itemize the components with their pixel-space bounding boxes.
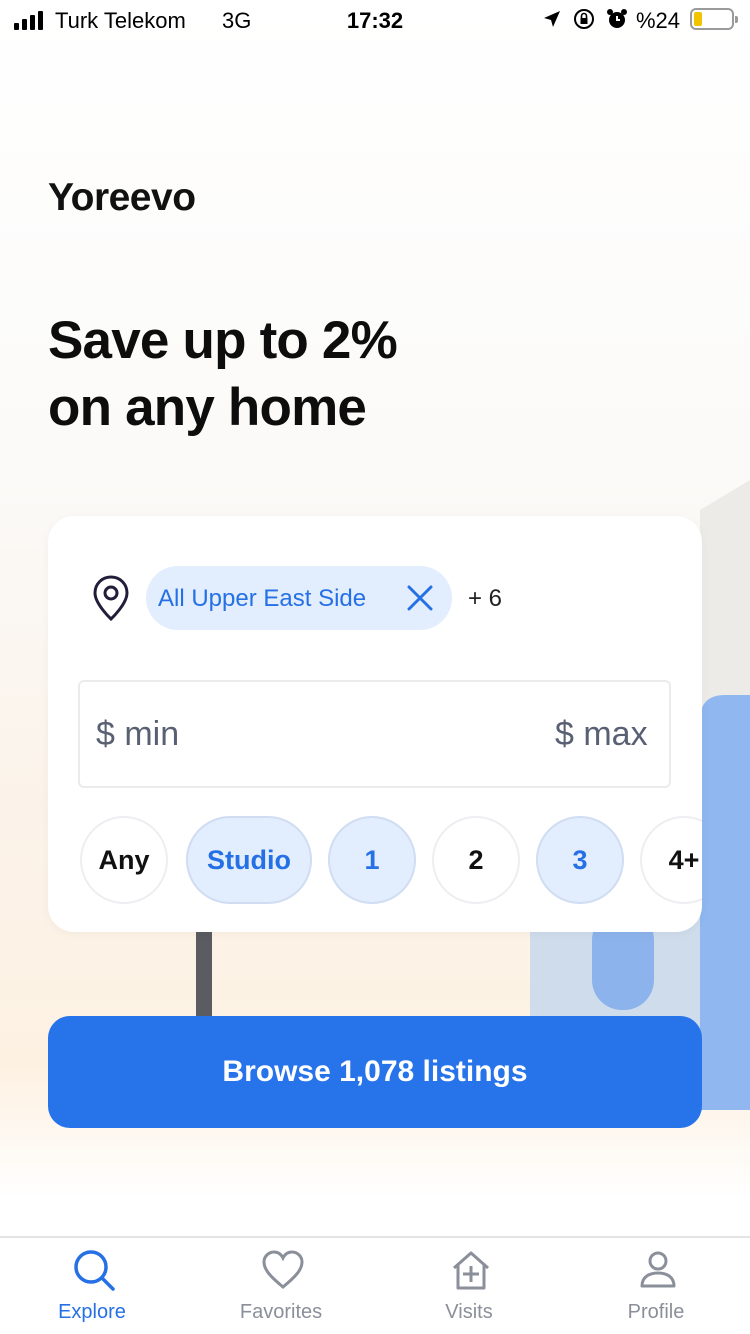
house-plus-icon [453,1251,489,1290]
rotation-lock-icon [574,9,594,29]
tab-explore[interactable]: Explore [22,1238,162,1334]
bed-option-1[interactable]: 1 [328,816,416,904]
heart-icon [262,1250,304,1289]
search-icon [74,1250,115,1291]
bed-option-studio[interactable]: Studio [186,816,312,904]
hero-headline: Save up to 2% on any home [48,307,648,441]
bed-option-3[interactable]: 3 [536,816,624,904]
location-arrow-icon [544,11,560,27]
tab-profile-label: Profile [627,1301,685,1323]
person-icon [640,1251,676,1288]
price-min-input[interactable] [80,682,539,786]
hero-headline-line-1: Save up to 2% [48,311,398,370]
tab-bar: Explore Favorites Visits Profile [0,1236,750,1334]
tab-favorites[interactable]: Favorites [211,1238,351,1334]
area-chip[interactable]: All Upper East Side [146,566,452,630]
area-chip-label: All Upper East Side [158,585,367,612]
close-icon[interactable] [407,585,433,611]
map-pin-icon[interactable] [92,574,130,622]
hero-headline-line-2: on any home [48,378,367,437]
status-bar: Turk Telekom 3G 17:32 %24 [0,0,750,40]
battery-percentage: %24 [636,8,681,33]
price-max-input[interactable] [539,682,702,786]
tab-explore-label: Explore [58,1301,126,1323]
tab-profile[interactable]: Profile [586,1238,726,1334]
bed-option-2[interactable]: 2 [432,816,520,904]
tab-visits[interactable]: Visits [399,1238,539,1334]
brand-logo: Yoreevo [48,176,196,219]
tab-favorites-label: Favorites [239,1301,323,1323]
battery-icon [690,8,738,30]
tab-visits-label: Visits [445,1301,493,1323]
bed-option-any[interactable]: Any [80,816,168,904]
alarm-icon [607,9,627,28]
bedroom-filter: Any Studio 1 2 3 4+ [80,816,702,906]
price-range [78,680,702,788]
browse-listings-button[interactable]: Browse 1,078 listings [48,1016,702,1128]
more-areas-count[interactable]: + 6 [468,585,502,613]
location-filter: All Upper East Side + 6 [48,566,702,630]
search-card: All Upper East Side + 6 Any Studio 1 2 3… [48,516,702,932]
bed-option-4-plus[interactable]: 4+ [640,816,702,904]
